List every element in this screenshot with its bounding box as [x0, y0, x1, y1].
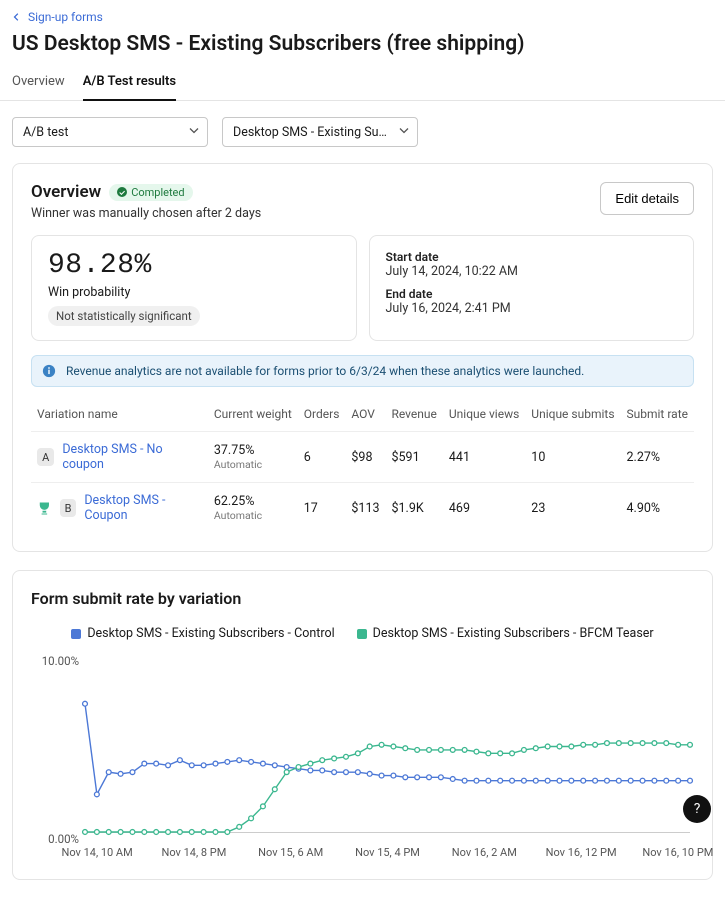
trophy-icon	[37, 500, 52, 516]
variation-select[interactable]: Desktop SMS - Existing Subscribers T…	[222, 117, 418, 147]
help-button[interactable]: ?	[683, 795, 711, 823]
test-select[interactable]: A/B test	[12, 117, 208, 147]
y-tick: 0.00%	[31, 832, 79, 846]
arrow-left-icon	[12, 12, 22, 22]
significance-badge: Not statistically significant	[48, 306, 200, 326]
th-revenue: Revenue	[386, 397, 443, 432]
table-row: BDesktop SMS - Coupon62.25%Automatic17$1…	[31, 483, 694, 534]
status-badge-label: Completed	[131, 186, 184, 199]
th-unique-views: Unique views	[443, 397, 525, 432]
x-tick: Nov 16, 10 PM	[642, 846, 713, 859]
chevron-down-icon	[189, 125, 199, 140]
x-tick: Nov 15, 4 PM	[355, 846, 420, 859]
cell-aov: $98	[345, 432, 385, 483]
check-icon	[117, 187, 127, 197]
chevron-down-icon	[399, 125, 409, 140]
cell-unique_submits: 10	[525, 432, 620, 483]
win-probability-label: Win probability	[48, 285, 340, 300]
tab-overview[interactable]: Overview	[12, 66, 65, 101]
date-box: Start date July 14, 2024, 10:22 AM End d…	[369, 235, 695, 341]
legend-label: Desktop SMS - Existing Subscribers - BFC…	[373, 626, 654, 641]
variation-table: Variation name Current weight Orders AOV…	[31, 397, 694, 533]
start-date-label: Start date	[386, 250, 678, 264]
cell-submit_rate: 2.27%	[621, 432, 694, 483]
overview-subtext: Winner was manually chosen after 2 days	[31, 206, 261, 221]
cell-aov: $113	[345, 483, 385, 534]
info-banner: Revenue analytics are not available for …	[31, 355, 694, 387]
cell-unique_submits: 23	[525, 483, 620, 534]
chart-area: 10.00% 0.00% Nov 14, 10 AM Nov 14, 8 PM No…	[31, 651, 694, 861]
win-probability-box: 98.28% Win probability Not statistically…	[31, 235, 357, 341]
variation-select-value: Desktop SMS - Existing Subscribers T…	[233, 125, 391, 140]
tabs: Overview A/B Test results	[0, 66, 725, 101]
x-tick: Nov 15, 6 AM	[258, 846, 323, 859]
cell-weight: 62.25%Automatic	[208, 483, 298, 534]
end-date-value: July 16, 2024, 2:41 PM	[386, 301, 678, 316]
cell-weight: 37.75%Automatic	[208, 432, 298, 483]
th-orders: Orders	[298, 397, 346, 432]
variation-badge: A	[37, 448, 54, 466]
th-variation-name: Variation name	[31, 397, 208, 432]
back-link-label: Sign-up forms	[28, 10, 103, 24]
cell-submit_rate: 4.90%	[621, 483, 694, 534]
info-icon	[42, 364, 56, 378]
variation-badge: B	[60, 499, 77, 517]
x-tick: Nov 16, 2 AM	[452, 846, 517, 859]
cell-revenue: $591	[386, 432, 443, 483]
variation-link[interactable]: Desktop SMS - Coupon	[84, 493, 202, 523]
chart-card: Form submit rate by variation Desktop SM…	[12, 570, 713, 880]
legend-item-control: Desktop SMS - Existing Subscribers - Con…	[71, 626, 334, 641]
cell-orders: 6	[298, 432, 346, 483]
legend-label: Desktop SMS - Existing Subscribers - Con…	[87, 626, 334, 641]
x-tick: Nov 14, 8 PM	[161, 846, 226, 859]
legend-swatch	[357, 629, 367, 639]
chart-svg	[85, 661, 690, 832]
info-banner-text: Revenue analytics are not available for …	[66, 364, 584, 378]
th-aov: AOV	[345, 397, 385, 432]
th-current-weight: Current weight	[208, 397, 298, 432]
th-submit-rate: Submit rate	[621, 397, 694, 432]
status-badge: Completed	[109, 184, 192, 201]
back-link[interactable]: Sign-up forms	[0, 0, 115, 28]
overview-title: Overview	[31, 182, 101, 202]
y-tick: 10.00%	[31, 654, 79, 668]
edit-details-button[interactable]: Edit details	[600, 182, 694, 215]
cell-orders: 17	[298, 483, 346, 534]
variation-link[interactable]: Desktop SMS - No coupon	[62, 442, 202, 472]
th-unique-submits: Unique submits	[525, 397, 620, 432]
cell-unique_views: 441	[443, 432, 525, 483]
cell-unique_views: 469	[443, 483, 525, 534]
chart-legend: Desktop SMS - Existing Subscribers - Con…	[31, 626, 694, 641]
page-title: US Desktop SMS - Existing Subscribers (f…	[0, 28, 725, 66]
win-probability-value: 98.28%	[48, 250, 340, 281]
overview-card: Overview Completed Winner was manually c…	[12, 163, 713, 552]
table-row: A Desktop SMS - No coupon37.75%Automatic6…	[31, 432, 694, 483]
chart-title: Form submit rate by variation	[31, 589, 694, 608]
legend-swatch	[71, 629, 81, 639]
end-date-label: End date	[386, 287, 678, 301]
x-tick: Nov 16, 12 PM	[546, 846, 617, 859]
start-date-value: July 14, 2024, 10:22 AM	[386, 264, 678, 279]
tab-ab-test-results[interactable]: A/B Test results	[83, 66, 176, 101]
cell-revenue: $1.9K	[386, 483, 443, 534]
legend-item-bfcm: Desktop SMS - Existing Subscribers - BFC…	[357, 626, 654, 641]
x-tick: Nov 14, 10 AM	[61, 846, 132, 859]
test-select-value: A/B test	[23, 125, 68, 140]
